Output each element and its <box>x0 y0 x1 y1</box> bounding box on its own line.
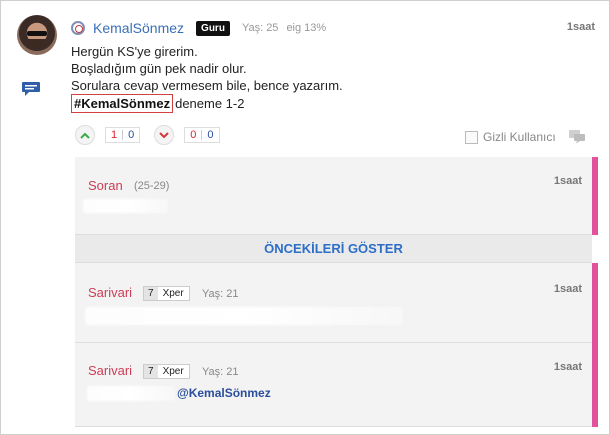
hashtag-line: #KemalSönmez deneme 1-2 <box>71 94 343 113</box>
xper-badge: 7 Xper <box>143 364 190 379</box>
downvote-count-right: 0 <box>207 129 214 141</box>
upvote-count-right: 0 <box>128 129 135 141</box>
upvote-count: 1 0 <box>105 127 141 143</box>
xper-badge: 7 Xper <box>143 286 190 301</box>
post-line: Sorulara cevap vermesem bile, bence yaza… <box>71 78 343 93</box>
xper-level: 7 <box>144 365 158 378</box>
comment-age: Yaş: 21 <box>202 366 239 378</box>
xper-level: 7 <box>144 287 158 300</box>
post-frame: KemalSönmez Guru Yaş: 25 eig 13% 1saat H… <box>0 0 610 435</box>
post-line: Hergün KS'ye girerim. <box>71 44 198 59</box>
comment-age: Yaş: 21 <box>202 288 239 300</box>
xper-label: Xper <box>162 366 184 377</box>
downvote-count-left: 0 <box>190 129 197 141</box>
downvote-count: 0 0 <box>184 127 220 143</box>
post-eig: eig 13% <box>286 22 327 34</box>
hashtag-link[interactable]: #KemalSönmez <box>71 94 174 113</box>
hashtag-suffix: deneme 1-2 <box>175 96 245 111</box>
comment-username[interactable]: Sarivari <box>88 285 132 300</box>
redacted-text <box>83 199 168 213</box>
anonymous-toggle[interactable]: Gizli Kullanıcı <box>465 130 556 144</box>
downvote-button[interactable] <box>154 125 175 145</box>
comment-card: Sarivari 7 Xper Yaş: 21 1saat <box>75 263 592 343</box>
comment-age: (25-29) <box>134 180 170 192</box>
anonymous-checkbox[interactable] <box>465 130 478 144</box>
vote-bar: 1 0 0 0 <box>75 125 234 145</box>
post-body: Hergün KS'ye girerim. Boşladığım gün pek… <box>71 43 343 113</box>
post-line: Boşladığım gün pek nadir olur. <box>71 61 247 76</box>
comment-card: Sarivari 7 Xper Yaş: 21 1saat @KemalSönm… <box>75 343 592 427</box>
level-icon <box>71 21 85 35</box>
guru-badge: Guru <box>196 20 230 36</box>
upvote-button[interactable] <box>75 125 95 145</box>
post-time: 1saat <box>566 21 595 33</box>
post-age: Yaş: 25 <box>241 22 279 34</box>
avatar[interactable] <box>17 15 57 55</box>
post-username[interactable]: KemalSönmez <box>93 20 184 36</box>
comment-username[interactable]: Soran <box>88 178 123 193</box>
comment-card: Soran (25-29) 1saat <box>75 157 592 235</box>
redacted-text <box>85 307 403 325</box>
chevron-down-icon <box>159 131 169 138</box>
xper-label: Xper <box>162 288 184 299</box>
avatar-beard <box>28 39 46 49</box>
show-previous-button[interactable]: ÖNCEKİLERİ GÖSTER <box>75 235 592 263</box>
chevron-up-icon <box>80 132 90 139</box>
comment-thread: Soran (25-29) 1saat ÖNCEKİLERİ GÖSTER Sa… <box>75 157 598 427</box>
comment-icon[interactable] <box>568 129 586 144</box>
comment-time: 1saat <box>553 283 582 295</box>
comment-time: 1saat <box>553 175 582 187</box>
thread-accent <box>592 263 598 427</box>
post-header: KemalSönmez Guru Yaş: 25 eig 13% <box>71 19 334 37</box>
comment-username[interactable]: Sarivari <box>88 363 132 378</box>
anonymous-label: Gizli Kullanıcı <box>483 130 556 144</box>
chat-bubble-icon <box>22 82 40 96</box>
redacted-text <box>87 386 175 401</box>
thread-accent <box>592 157 598 235</box>
mention-link[interactable]: @KemalSönmez <box>177 386 271 400</box>
comment-time: 1saat <box>553 361 582 373</box>
upvote-count-left: 1 <box>111 129 118 141</box>
avatar-glasses <box>27 31 47 36</box>
